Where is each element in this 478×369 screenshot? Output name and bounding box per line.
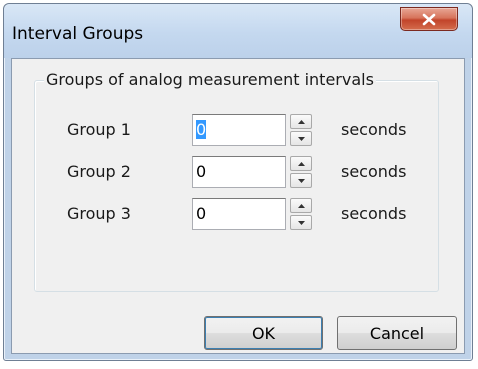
spin-up-arrow-icon	[297, 203, 305, 208]
dialog-window: Interval Groups Groups of analog measure…	[3, 3, 473, 361]
spin-up-arrow-icon	[297, 161, 305, 166]
window-title: Interval Groups	[12, 24, 144, 44]
close-button[interactable]	[400, 7, 458, 31]
close-icon	[422, 13, 436, 25]
spin-down-arrow-icon	[297, 136, 305, 141]
group-2-input[interactable]: 0	[192, 156, 286, 188]
group-row-2: Group 2 0 seconds	[35, 156, 438, 188]
group-3-spin-up-button[interactable]	[290, 198, 312, 213]
interval-groups-box: Groups of analog measurement intervals G…	[34, 70, 439, 292]
ok-button[interactable]: OK	[204, 316, 323, 350]
spin-down-arrow-icon	[297, 220, 305, 225]
group-1-unit: seconds	[341, 120, 407, 139]
group-2-label: Group 2	[67, 162, 131, 181]
group-1-value: 0	[196, 120, 207, 139]
dialog-client-area: Groups of analog measurement intervals G…	[11, 58, 465, 354]
group-1-input[interactable]: 0	[192, 114, 286, 146]
group-1-spin-up-button[interactable]	[290, 114, 312, 129]
group-2-unit: seconds	[341, 162, 407, 181]
group-2-spinner[interactable]	[290, 156, 312, 188]
group-row-3: Group 3 0 seconds	[35, 198, 438, 230]
spin-down-arrow-icon	[297, 178, 305, 183]
group-3-unit: seconds	[341, 204, 407, 223]
group-2-value: 0	[196, 162, 207, 181]
group-2-spin-down-button[interactable]	[290, 173, 312, 188]
group-1-label: Group 1	[67, 120, 131, 139]
group-3-spinner[interactable]	[290, 198, 312, 230]
groupbox-label: Groups of analog measurement intervals	[44, 70, 376, 89]
group-row-1: Group 1 0 seconds	[35, 114, 438, 146]
group-3-value: 0	[196, 204, 207, 223]
group-1-spinner[interactable]	[290, 114, 312, 146]
group-1-spin-down-button[interactable]	[290, 131, 312, 146]
group-3-label: Group 3	[67, 204, 131, 223]
group-3-input[interactable]: 0	[192, 198, 286, 230]
spin-up-arrow-icon	[297, 119, 305, 124]
group-3-spin-down-button[interactable]	[290, 215, 312, 230]
cancel-button[interactable]: Cancel	[337, 316, 457, 350]
group-2-spin-up-button[interactable]	[290, 156, 312, 171]
title-bar[interactable]: Interval Groups	[4, 4, 472, 58]
